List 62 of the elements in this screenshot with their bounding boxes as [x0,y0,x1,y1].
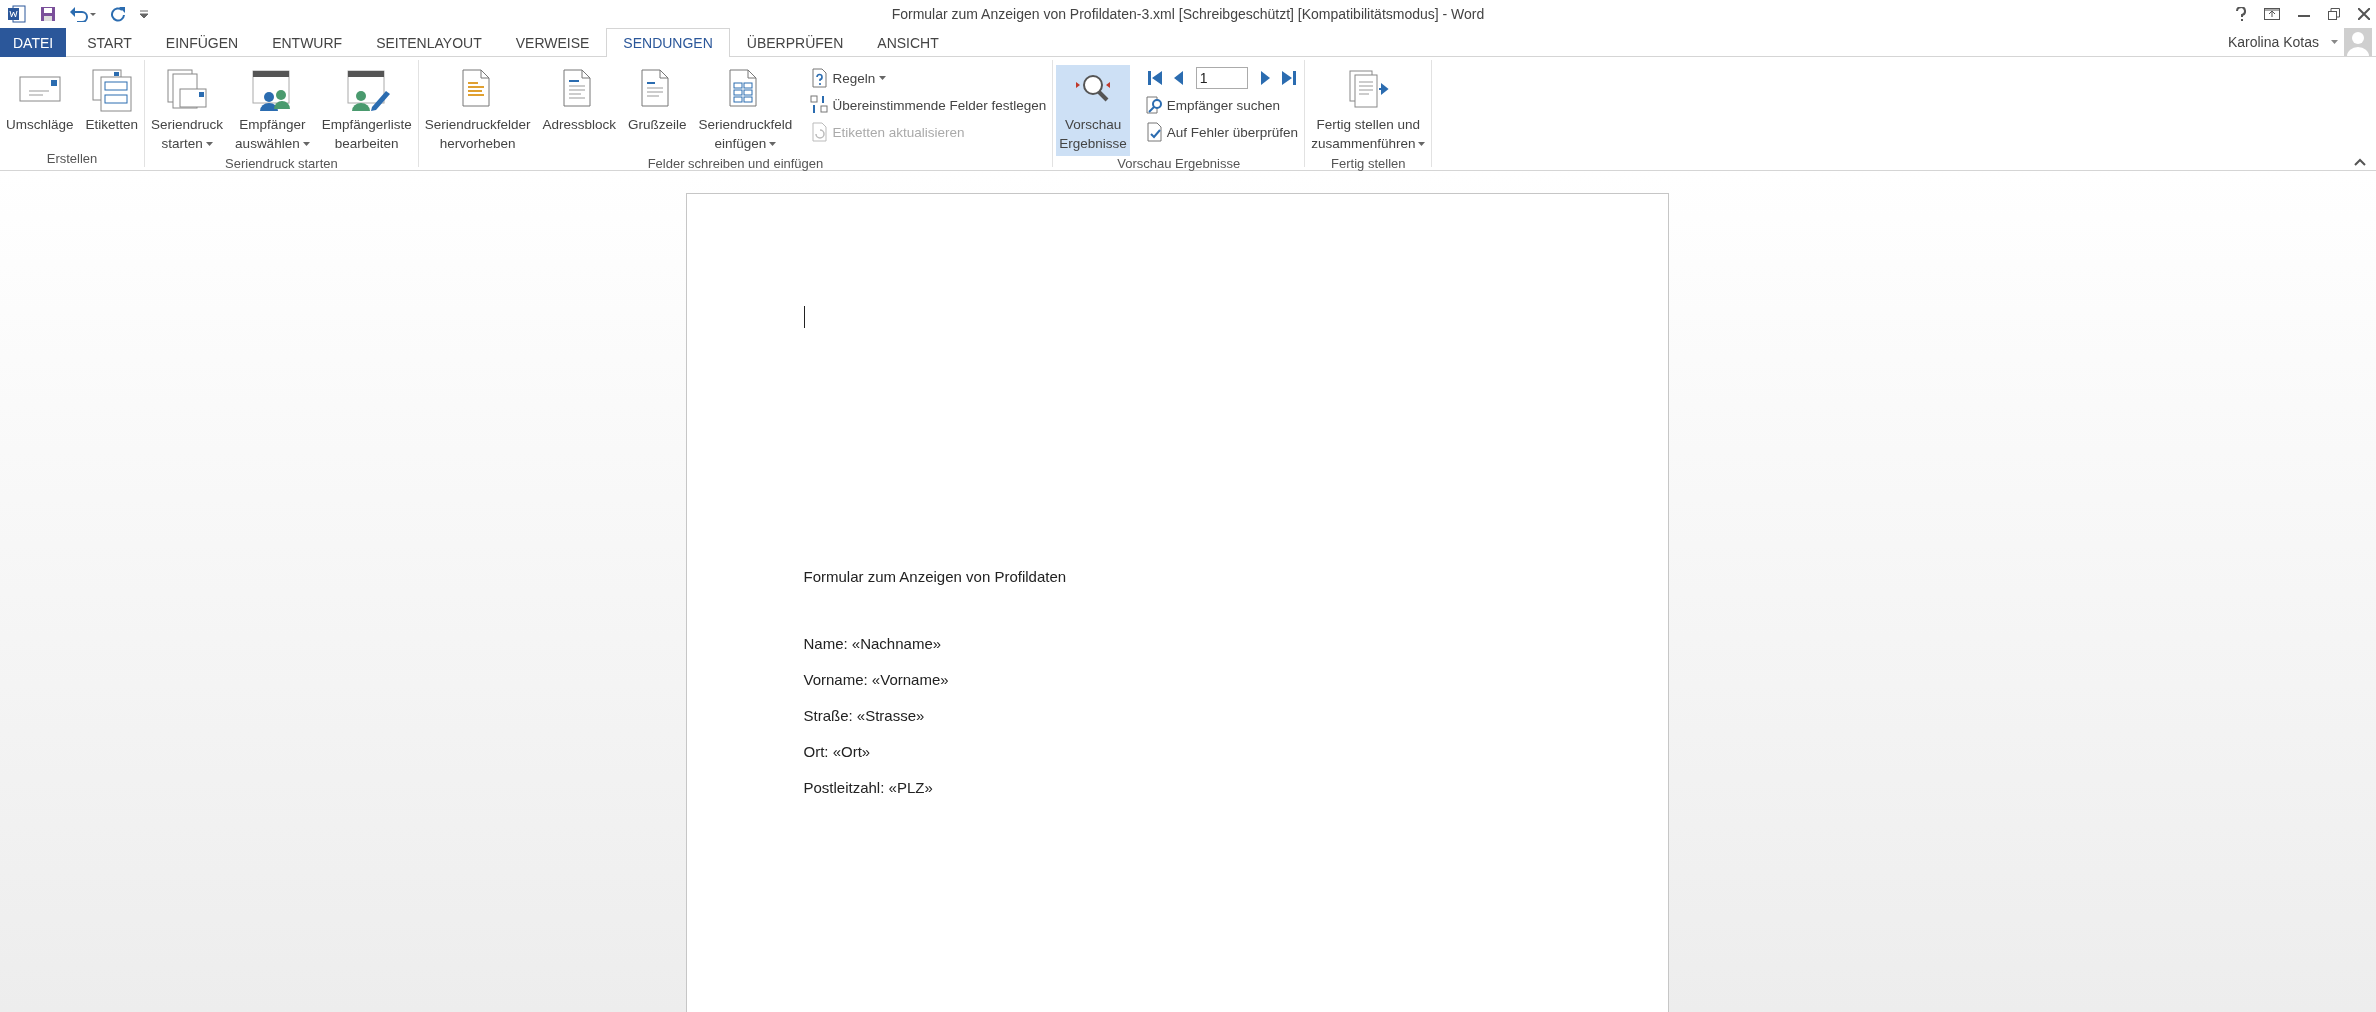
ribbon-button[interactable]: Empfängerliste bearbeiten [318,65,415,156]
ribbon-button[interactable]: Seriendruck starten [148,65,227,156]
ribbon-button[interactable]: Grußzeile [625,65,690,145]
ribbon-tab[interactable]: DATEI [0,28,67,57]
ribbon-tab[interactable]: START [70,28,149,57]
group-label: Vorschau Ergebnisse [1116,156,1242,172]
swap-fields-icon [810,95,829,115]
ribbon-tab[interactable]: SENDUNGEN [606,28,730,57]
caret-icon [205,141,213,146]
ribbon-tab[interactable]: ENTWURF [255,28,360,57]
search-icon [1144,95,1163,115]
restore-icon[interactable] [2328,8,2340,20]
ribbon-button[interactable]: Seriendruckfeld einfügen [695,65,796,156]
last-record-icon[interactable] [1281,71,1296,85]
caret-icon [769,141,777,146]
refresh-document-icon [810,122,829,142]
merge-field-line: Name: «Nachname» [803,635,943,652]
account-name[interactable]: Karolina Kotas [2221,33,2325,51]
ribbon-button[interactable]: Fertig stellen und zusammenführen [1308,65,1429,156]
ribbon-button[interactable]: Adressblock [539,65,620,145]
merge-field-line: Straße: «Strasse» [803,707,926,724]
ribbon-button[interactable]: Etiketten [82,65,142,145]
caret-icon [1418,141,1426,146]
help-icon[interactable] [2236,7,2246,21]
ribbon-button[interactable]: Umschläge [3,65,77,145]
merge-field-line: Vorname: «Vorname» [803,671,950,688]
close-icon[interactable] [2358,8,2370,20]
ribbon-button[interactable]: Empfänger suchen [1141,92,1302,118]
document-heading: Formular zum Anzeigen von Profildaten [803,568,1068,585]
group-label: Fertig stellen [1330,156,1407,172]
group-label: Seriendruck starten [224,156,339,172]
merge-field-line: Postleitzahl: «PLZ» [803,779,934,796]
ribbon-button[interactable]: Vorschau Ergebnisse [1056,65,1130,156]
ribbon-tab[interactable]: ÜBERPRÜFEN [729,28,861,57]
group-label: Erstellen [45,151,99,167]
ribbon-display-icon[interactable] [2264,8,2280,20]
customize-icon[interactable] [140,10,148,18]
record-field[interactable]: 1 [1195,67,1248,89]
undo-icon[interactable] [70,6,96,22]
redo-icon[interactable] [110,6,126,22]
text-cursor [803,306,805,328]
collapse-ribbon-icon[interactable] [2354,158,2366,166]
question-document-icon [810,68,829,88]
check-document-icon [1144,122,1163,142]
save-icon[interactable] [40,6,56,22]
ribbon-button[interactable]: Auf Fehler überprüfen [1141,119,1302,145]
first-record-icon[interactable] [1147,71,1162,85]
ribbon-button[interactable]: Übereinstimmende Felder festlegen [807,92,1050,118]
merge-field-line: Ort: «Ort» [803,743,872,760]
ribbon-tab[interactable]: VERWEISE [498,28,607,57]
caret-icon [2331,40,2338,44]
window-title: Formular zum Anzeigen von Profildaten-3.xml [Schreibgeschützt] [Kompatibilitätsmodus] - Word [891,6,1485,22]
ribbon-tab[interactable]: EINFÜGEN [148,28,256,57]
ribbon-button[interactable]: Regeln [807,65,1050,91]
ribbon-button[interactable]: Empfänger auswählen [232,65,313,156]
group-label: Felder schreiben und einfügen [646,156,825,172]
ribbon-button[interactable]: Seriendruckfelder hervorheben [421,65,534,156]
ribbon-tab[interactable]: ANSICHT [860,28,956,57]
word-logo-icon[interactable] [8,5,26,23]
caret-icon [879,76,887,80]
ribbon-tab[interactable]: SEITENLAYOUT [359,28,499,57]
caret-icon [302,141,310,146]
